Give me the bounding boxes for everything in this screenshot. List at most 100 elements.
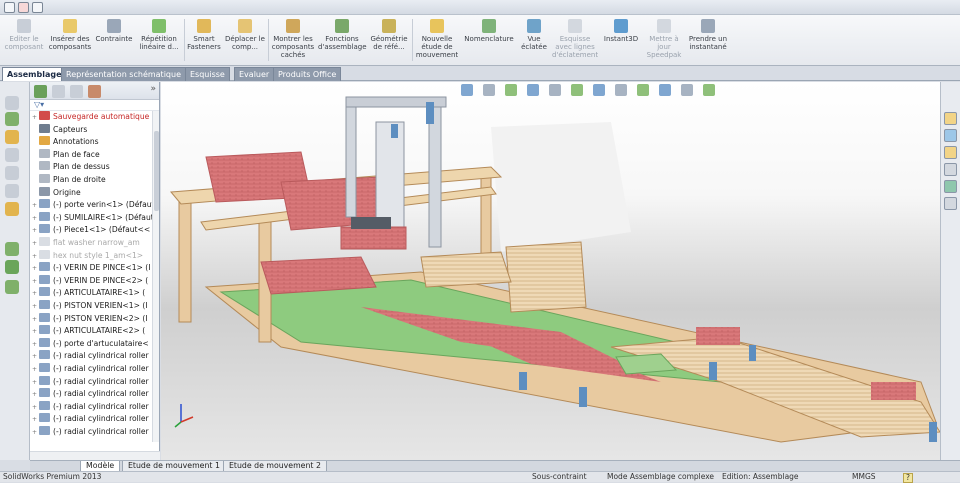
instant3d-button[interactable]: Instant3D xyxy=(600,17,642,64)
appearance-icon[interactable] xyxy=(615,84,627,96)
folder-icon[interactable] xyxy=(944,146,957,159)
tree-item[interactable]: + (-) radial cylindrical roller xyxy=(32,413,156,425)
tree-item[interactable]: Plan de droite xyxy=(32,174,156,186)
update-speedpak-button[interactable]: Mettre à jour Speedpak xyxy=(644,17,684,64)
tree-item[interactable]: + (-) PISTON VERIEN<2> (I xyxy=(32,312,156,325)
tree-item[interactable]: + (-) radial cylindrical roller xyxy=(32,350,156,362)
appearances-icon[interactable] xyxy=(944,180,957,193)
mate-button[interactable]: Contrainte xyxy=(94,17,134,64)
expand-toggle-icon[interactable]: + xyxy=(32,377,39,388)
tree-item[interactable]: + (-) radial cylindrical roller xyxy=(32,388,156,400)
rotate-icon[interactable] xyxy=(5,260,19,274)
gear-icon[interactable] xyxy=(5,202,19,216)
home-icon[interactable] xyxy=(944,112,957,125)
property-manager-tab-icon[interactable] xyxy=(52,85,65,98)
tree-item[interactable]: + (-) porte d'artuculataire< xyxy=(32,337,156,350)
assembly-features-button[interactable]: Fonctions d'assemblage xyxy=(318,17,367,64)
tree-horizontal-scrollbar[interactable] xyxy=(30,451,160,460)
options-icon[interactable] xyxy=(32,2,43,13)
expand-toggle-icon[interactable]: + xyxy=(32,263,39,274)
display-manager-tab-icon[interactable] xyxy=(88,85,101,98)
tab-representation-schematique[interactable]: Représentation schématique xyxy=(61,67,186,81)
tree-item[interactable]: Plan de face xyxy=(32,148,156,161)
view-settings-icon[interactable] xyxy=(659,84,671,96)
resources-icon[interactable] xyxy=(944,129,957,142)
new-document-icon[interactable] xyxy=(18,2,29,13)
scrollbar-thumb[interactable] xyxy=(154,131,159,211)
expand-toggle-icon[interactable]: + xyxy=(32,364,39,375)
tree-item[interactable]: + (-) Piece1<1> (Défaut<< xyxy=(32,224,156,236)
linear-pattern-button[interactable]: Répétition linéaire d... xyxy=(136,17,182,64)
expand-toggle-icon[interactable]: + xyxy=(32,276,39,287)
graphics-area[interactable] xyxy=(161,82,940,460)
smart-fasteners-button[interactable]: Smart Fasteners xyxy=(186,17,222,64)
tree-item[interactable]: + (-) ARTICULATAIRE<2> ( xyxy=(32,325,156,337)
part-icon[interactable] xyxy=(5,130,19,144)
expand-toggle-icon[interactable]: + xyxy=(32,225,39,236)
expand-toggle-icon[interactable]: + xyxy=(32,314,39,325)
expand-toggle-icon[interactable]: + xyxy=(32,351,39,362)
tab-assemblage[interactable]: Assemblage xyxy=(2,67,67,81)
show-hidden-components-button[interactable]: Montrer les composants cachés xyxy=(270,17,316,64)
expand-toggle-icon[interactable]: + xyxy=(32,238,39,249)
units-selector[interactable]: MMGS xyxy=(852,472,876,482)
tree-item[interactable]: + (-) porte verin<1> (Défaut xyxy=(32,199,156,211)
expand-toggle-icon[interactable]: + xyxy=(32,389,39,400)
tree-item[interactable]: Annotations xyxy=(32,136,156,148)
tree-item[interactable]: + (-) SUMILAIRE<1> (Défaut xyxy=(32,211,156,224)
exploded-view-button[interactable]: Vue éclatée xyxy=(518,17,550,64)
tree-filter[interactable]: ▽▾ xyxy=(30,100,159,111)
custom-properties-icon[interactable] xyxy=(944,197,957,210)
expand-toggle-icon[interactable]: + xyxy=(32,213,39,224)
tree-item[interactable]: + (-) ARTICULATAIRE<1> ( xyxy=(32,287,156,299)
explode-line-sketch-button[interactable]: Esquisse avec lignes d'éclatement xyxy=(552,17,598,64)
take-snapshot-button[interactable]: Prendre un instantané xyxy=(686,17,730,64)
text-icon[interactable] xyxy=(5,148,19,162)
expand-toggle-icon[interactable]: + xyxy=(32,200,39,211)
expand-toggle-icon[interactable]: + xyxy=(32,251,39,262)
expand-toggle-icon[interactable]: + xyxy=(32,427,39,438)
tree-item[interactable]: + (-) PISTON VERIEN<1> (I xyxy=(32,300,156,312)
tab-evaluer[interactable]: Evaluer xyxy=(234,67,275,81)
view-orientation-icon[interactable] xyxy=(549,84,561,96)
layer-icon[interactable] xyxy=(5,184,19,198)
scene-icon[interactable] xyxy=(637,84,649,96)
configuration-manager-tab-icon[interactable] xyxy=(70,85,83,98)
tree-vertical-scrollbar[interactable] xyxy=(152,111,159,442)
expand-toggle-icon[interactable]: + xyxy=(32,288,39,299)
tree-item[interactable]: Origine xyxy=(32,186,156,199)
expand-panel-icon[interactable]: » xyxy=(150,84,156,94)
pan-icon[interactable] xyxy=(703,84,715,96)
expand-toggle-icon[interactable]: + xyxy=(32,301,39,312)
tree-item[interactable]: + hex nut style 1_am<1> xyxy=(32,249,156,262)
reference-geometry-button[interactable]: Géométrie de réfé... xyxy=(368,17,410,64)
tree-item[interactable]: + (-) VERIN DE PINCE<2> ( xyxy=(32,274,156,287)
expand-toggle-icon[interactable]: + xyxy=(32,402,39,413)
tree-item[interactable]: + (-) radial cylindrical roller xyxy=(32,400,156,413)
hide-show-icon[interactable] xyxy=(593,84,605,96)
camera-icon[interactable] xyxy=(4,2,15,13)
tree-item[interactable]: Capteurs xyxy=(32,123,156,136)
refresh-icon[interactable] xyxy=(5,280,19,294)
display-style-icon[interactable] xyxy=(571,84,583,96)
grid-icon[interactable] xyxy=(5,166,19,180)
expand-toggle-icon[interactable]: + xyxy=(32,414,39,425)
move-component-button[interactable]: Déplacer le comp... xyxy=(224,17,266,64)
tree-item[interactable]: + flat washer narrow_am xyxy=(32,237,156,249)
expand-toggle-icon[interactable]: + xyxy=(32,112,39,123)
tree-item[interactable]: + (-) VERIN DE PINCE<1> (I xyxy=(32,262,156,274)
bill-of-materials-button[interactable]: Nomenclature xyxy=(462,17,516,64)
expand-toggle-icon[interactable]: + xyxy=(32,326,39,337)
move-icon[interactable] xyxy=(5,242,19,256)
rotate-view-icon[interactable] xyxy=(681,84,693,96)
tab-produits-office[interactable]: Produits Office xyxy=(273,67,342,81)
tree-item[interactable]: + (-) radial cylindrical roller xyxy=(32,375,156,388)
tree-item[interactable]: + Sauvegarde automatique xyxy=(32,111,156,123)
section-view-icon[interactable] xyxy=(527,84,539,96)
edit-component-button[interactable]: Editer le composant xyxy=(2,17,46,64)
tree-item[interactable]: Plan de dessus xyxy=(32,161,156,173)
previous-view-icon[interactable] xyxy=(505,84,517,96)
feature-manager-tab-icon[interactable] xyxy=(34,85,47,98)
select-icon[interactable] xyxy=(5,96,19,110)
zoom-area-icon[interactable] xyxy=(483,84,495,96)
